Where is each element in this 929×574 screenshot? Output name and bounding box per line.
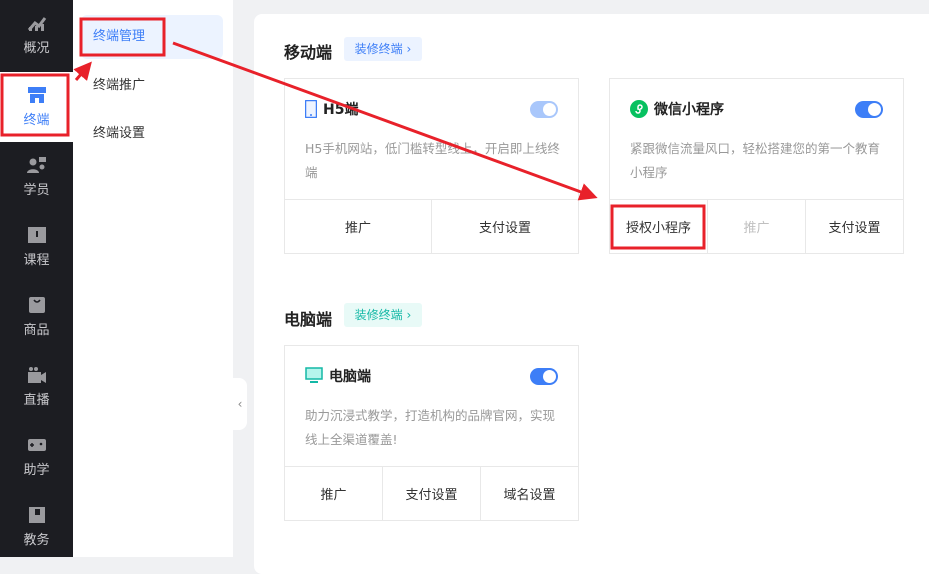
card-pc: 电脑端 助力沉浸式教学，打造机构的品牌官网，实现线上全渠道覆盖! 推广 支付设置域… bbox=[284, 345, 579, 521]
phone-icon bbox=[305, 100, 317, 118]
card-title: H5端 bbox=[323, 102, 359, 118]
notebook-icon bbox=[27, 506, 47, 524]
sidebar-item-overview[interactable]: 概况 bbox=[0, 0, 73, 70]
sidebar-item-goods[interactable]: 商品 bbox=[0, 282, 73, 352]
wechat-miniprogram-icon bbox=[630, 100, 648, 118]
submenu-item-terminal-management[interactable]: 终端管理 bbox=[81, 15, 223, 59]
collapse-sidebar-button[interactable]: ‹ bbox=[233, 378, 247, 430]
section-title-pc: 电脑端 bbox=[284, 310, 333, 329]
video-icon bbox=[27, 366, 47, 384]
book-icon bbox=[27, 226, 47, 244]
chart-icon bbox=[27, 14, 47, 32]
sidebar-item-study[interactable]: 助学 bbox=[0, 422, 73, 492]
wechat-payment-settings-button[interactable]: 支付设置 bbox=[806, 200, 903, 253]
bag-icon bbox=[27, 296, 47, 314]
sidebar-item-courses[interactable]: 课程 bbox=[0, 212, 73, 282]
store-icon bbox=[27, 86, 47, 104]
section-title-mobile: 移动端 bbox=[284, 43, 333, 62]
h5-toggle[interactable] bbox=[530, 101, 558, 118]
submenu: 终端管理 终端推广 终端设置 bbox=[73, 0, 233, 557]
pc-promote-button[interactable]: 推广 bbox=[285, 467, 383, 520]
gamepad-icon bbox=[27, 436, 47, 454]
submenu-item-terminal-settings[interactable]: 终端设置 bbox=[81, 112, 223, 156]
chevron-left-icon: ‹ bbox=[237, 397, 243, 411]
submenu-item-terminal-promotion[interactable]: 终端推广 bbox=[81, 64, 223, 108]
card-description: 助力沉浸式教学，打造机构的品牌官网，实现线上全渠道覆盖! bbox=[305, 408, 556, 447]
pc-payment-settings-button[interactable]: 支付设置 bbox=[383, 467, 481, 520]
authorize-miniprogram-button[interactable]: 授权小程序 bbox=[610, 200, 708, 253]
sidebar-label: 学员 bbox=[23, 183, 50, 198]
sidebar-label: 终端 bbox=[23, 113, 50, 128]
decorate-pc-button[interactable]: 装修终端 › bbox=[344, 303, 422, 327]
h5-payment-settings-button[interactable]: 支付设置 bbox=[432, 200, 578, 253]
card-h5: H5端 H5手机网站，低门槛转型线上，开启即上线终端 推广 支付设置 bbox=[284, 78, 579, 254]
card-title: 电脑端 bbox=[329, 369, 371, 385]
sidebar-item-students[interactable]: 学员 bbox=[0, 142, 73, 212]
card-title: 微信小程序 bbox=[654, 102, 724, 118]
button-label: 装修终端 bbox=[354, 42, 403, 56]
sidebar-item-academic[interactable]: 教务 bbox=[0, 492, 73, 562]
wechat-promote-button[interactable]: 推广 bbox=[708, 200, 806, 253]
domain-settings-button[interactable]: 域名设置 bbox=[481, 467, 578, 520]
sidebar-label: 教务 bbox=[23, 533, 50, 548]
sidebar-label: 课程 bbox=[23, 253, 50, 268]
wechat-toggle[interactable] bbox=[855, 101, 883, 118]
button-label: 装修终端 bbox=[354, 308, 403, 322]
decorate-mobile-button[interactable]: 装修终端 › bbox=[344, 37, 422, 61]
users-icon bbox=[26, 156, 47, 174]
main-sidebar: 概况 终端 学员 课程 商品 直播 助学 教务 bbox=[0, 0, 73, 557]
sidebar-label: 商品 bbox=[23, 323, 50, 338]
sidebar-label: 概况 bbox=[23, 41, 50, 56]
sidebar-item-terminal[interactable]: 终端 bbox=[0, 72, 73, 142]
card-wechat-miniprogram: 微信小程序 紧跟微信流量风口，轻松搭建您的第一个教育小程序 授权小程序 推广 支付设… bbox=[609, 78, 904, 254]
sidebar-label: 直播 bbox=[23, 393, 50, 408]
sidebar-item-live[interactable]: 直播 bbox=[0, 352, 73, 422]
card-description: H5手机网站，低门槛转型线上，开启即上线终端 bbox=[305, 141, 560, 180]
h5-promote-button[interactable]: 推广 bbox=[285, 200, 432, 253]
monitor-icon bbox=[305, 367, 323, 385]
sidebar-label: 助学 bbox=[23, 463, 50, 478]
pc-toggle[interactable] bbox=[530, 368, 558, 385]
main-panel: 移动端 装修终端 › H5端 H5手机网站，低门槛转型线上，开启即上线终端 推广… bbox=[254, 14, 929, 574]
card-description: 紧跟微信流量风口，轻松搭建您的第一个教育小程序 bbox=[630, 141, 881, 180]
